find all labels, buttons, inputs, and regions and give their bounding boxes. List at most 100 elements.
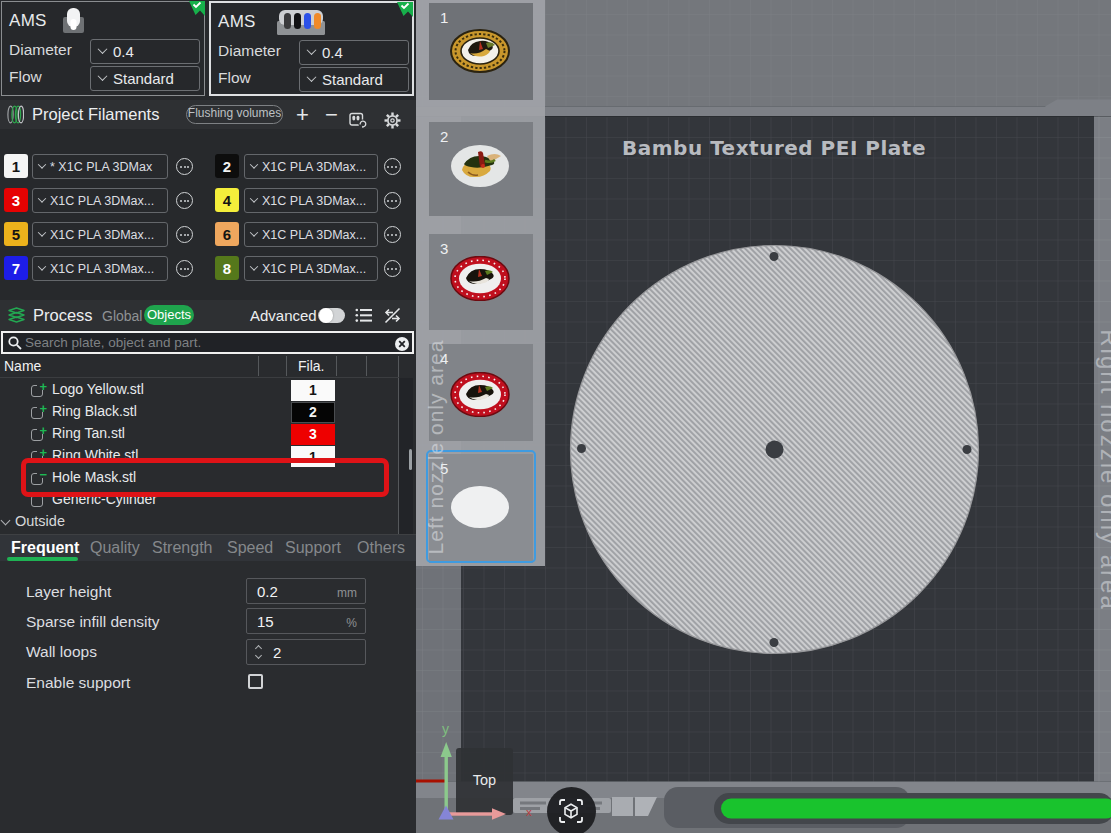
chevron-down-icon <box>307 72 317 82</box>
ams-1-diameter-select[interactable]: 0.4 <box>90 39 200 64</box>
tab-quality[interactable]: Quality <box>90 539 140 557</box>
ams-1-diameter-label: Diameter <box>9 41 72 59</box>
list-view-icon[interactable] <box>355 308 373 323</box>
process-scope-objects[interactable]: Objects <box>144 305 194 325</box>
plate-1-preview <box>450 29 510 73</box>
filament-6-edit-button[interactable] <box>384 226 401 243</box>
chevron-down-icon <box>38 194 46 202</box>
filament-8-edit-button[interactable] <box>384 260 401 277</box>
filament-1-edit-button[interactable] <box>176 158 193 175</box>
stepper-up-icon[interactable] <box>255 644 263 651</box>
filament-3-edit-button[interactable] <box>176 192 193 209</box>
cube-scan-icon <box>556 796 586 826</box>
filament-6-swatch[interactable]: 6 <box>215 222 239 246</box>
remove-filament-button[interactable]: − <box>325 100 338 129</box>
tab-speed[interactable]: Speed <box>227 539 273 557</box>
ams-panel-2[interactable]: AMS Diameter 0.4 Flow Standard <box>209 1 414 96</box>
disk-hole-bottom <box>770 638 779 647</box>
plate-thumbnail-1[interactable]: 1 <box>429 3 533 100</box>
filament-1-select[interactable]: * X1C PLA 3DMax <box>32 154 168 179</box>
process-scope-global[interactable]: Global <box>102 308 142 324</box>
layer-height-input[interactable]: 0.2 mm <box>246 578 366 604</box>
search-placeholder: Search plate, object and part. <box>25 335 201 350</box>
filament-3-select[interactable]: X1C PLA 3DMax... <box>32 188 168 213</box>
search-input[interactable]: Search plate, object and part. <box>1 331 414 354</box>
ams-sync-icon[interactable] <box>349 106 368 135</box>
ams-1-diameter-value: 0.4 <box>113 43 134 60</box>
filament-7-select[interactable]: X1C PLA 3DMax... <box>32 256 168 281</box>
filament-2-edit-button[interactable] <box>384 158 401 175</box>
chevron-down-icon <box>307 45 317 55</box>
stepper-down-icon[interactable] <box>255 653 263 660</box>
plate-rim-tab <box>612 797 633 816</box>
ams-1-ok-check-icon <box>188 1 205 16</box>
object-row-name[interactable]: Logo Yellow.stl <box>52 381 144 397</box>
chevron-down-icon <box>250 160 258 168</box>
chevron-down-icon <box>38 262 46 270</box>
clear-search-icon[interactable] <box>394 336 410 352</box>
tab-others[interactable]: Others <box>357 539 405 557</box>
filament-5-select[interactable]: X1C PLA 3DMax... <box>32 222 168 247</box>
tab-support[interactable]: Support <box>285 539 341 557</box>
enable-support-checkbox[interactable] <box>248 674 263 689</box>
sparse-infill-input[interactable]: 15 % <box>246 608 366 634</box>
disk-model[interactable] <box>571 246 979 654</box>
process-bar: Process Global Objects Advanced <box>0 300 416 330</box>
disk-center-hole <box>766 441 784 459</box>
collapse-chevron-icon[interactable] <box>1 516 11 526</box>
toggle-knob <box>319 308 334 323</box>
gear-icon[interactable] <box>384 106 401 135</box>
isometric-view-button[interactable] <box>547 787 596 833</box>
project-filaments-bar: Project Filaments Flushing volumes + − <box>0 100 416 129</box>
outside-group-row[interactable]: Outside <box>15 513 65 529</box>
flushing-volumes-button[interactable]: Flushing volumes <box>186 105 283 124</box>
filament-name: X1C PLA 3DMax... <box>262 228 366 242</box>
process-layers-icon <box>7 306 26 324</box>
scrollbar-thumb[interactable] <box>409 449 412 470</box>
disk-hole-left <box>577 444 586 453</box>
plate-number: 1 <box>440 9 448 26</box>
plate-name-text: Bambu Textured PEI Plate <box>622 136 926 160</box>
filament-2-select[interactable]: X1C PLA 3DMax... <box>244 154 378 179</box>
viewport-3d[interactable]: 1 2 <box>416 0 1111 833</box>
filament-7-swatch[interactable]: 7 <box>4 256 28 280</box>
filament-8-swatch[interactable]: 8 <box>215 256 239 280</box>
compare-params-icon[interactable] <box>384 307 401 324</box>
filament-1-swatch[interactable]: 1 <box>4 154 28 178</box>
object-list: Name Fila. + Logo Yellow.stl1 + Ring Bla… <box>0 355 416 534</box>
view-orientation-box[interactable]: Top <box>456 748 513 815</box>
ams-2-flow-select[interactable]: Standard <box>299 67 409 92</box>
filament-assignment-badge[interactable]: 1 <box>291 380 335 401</box>
advanced-toggle[interactable] <box>318 308 345 324</box>
column-separator <box>258 356 259 376</box>
tab-strength[interactable]: Strength <box>152 539 212 557</box>
ams-1-flow-value: Standard <box>113 70 174 87</box>
filament-3-swatch[interactable]: 3 <box>4 188 28 212</box>
wall-loops-stepper[interactable]: 2 <box>246 639 366 665</box>
plate-thumbnail-2[interactable]: 2 <box>429 122 533 216</box>
ams-panel-1[interactable]: AMS Diameter 0.4 Flow Standard <box>1 1 205 96</box>
left-sidebar: AMS Diameter 0.4 Flow Standard <box>0 0 416 833</box>
filament-2-swatch[interactable]: 2 <box>215 154 239 178</box>
plate-thumbnail-3[interactable]: 3 <box>429 234 533 330</box>
part-add-icon: + <box>31 427 44 440</box>
tab-frequent[interactable]: Frequent <box>11 539 79 557</box>
filament-5-edit-button[interactable] <box>176 226 193 243</box>
object-row-name[interactable]: Ring Black.stl <box>52 403 137 419</box>
filament-assignment-badge[interactable]: 2 <box>291 402 335 423</box>
filament-7-edit-button[interactable] <box>176 260 193 277</box>
filament-name: X1C PLA 3DMax... <box>262 160 366 174</box>
object-list-scrollbar[interactable] <box>399 378 413 534</box>
ams-2-diameter-select[interactable]: 0.4 <box>299 40 409 65</box>
plate-number: 3 <box>440 240 448 257</box>
filament-4-select[interactable]: X1C PLA 3DMax... <box>244 188 378 213</box>
filament-4-edit-button[interactable] <box>384 192 401 209</box>
filament-6-select[interactable]: X1C PLA 3DMax... <box>244 222 378 247</box>
filament-assignment-badge[interactable]: 3 <box>291 424 335 445</box>
add-filament-button[interactable]: + <box>296 100 309 129</box>
object-row-name[interactable]: Ring Tan.stl <box>52 425 125 441</box>
filament-5-swatch[interactable]: 5 <box>4 222 28 246</box>
ams-1-flow-select[interactable]: Standard <box>90 66 200 91</box>
filament-8-select[interactable]: X1C PLA 3DMax... <box>244 256 378 281</box>
filament-4-swatch[interactable]: 4 <box>215 188 239 212</box>
